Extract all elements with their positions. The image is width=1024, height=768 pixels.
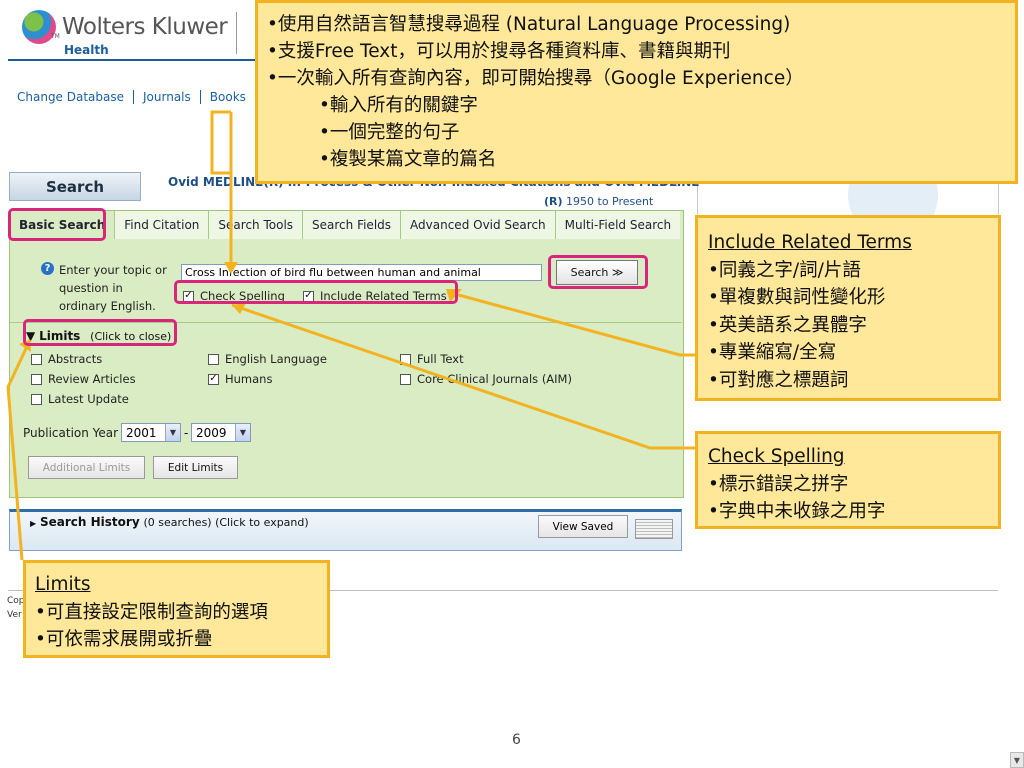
callout-top-line-3: •一次輸入所有查詢內容，即可開始搜尋（Google Experience）: [267, 68, 804, 89]
callout-spelling-item: •字典中未收錄之用字: [708, 501, 886, 522]
callout-spelling-heading: Check Spelling: [708, 446, 845, 467]
arrow-to-check-spelling: [231, 303, 697, 450]
callout-related-item: •單複數與詞性變化形: [708, 287, 886, 308]
highlight-options: [174, 280, 458, 304]
highlight-search-button: [548, 255, 648, 289]
arrow-top-connector: [210, 110, 231, 175]
callout-top-line-5: •一個完整的句子: [319, 122, 460, 143]
callout-related-heading: Include Related Terms: [708, 232, 912, 253]
scroll-down-icon[interactable]: ▼: [1010, 752, 1024, 768]
callout-limits-item: •可依需求展開或折疊: [35, 629, 213, 650]
callout-top-line-1: •使用自然語言智慧搜尋過程 (Natural Language Processi…: [267, 14, 791, 35]
callout-limits: Limits •可直接設定限制查詢的選項 •可依需求展開或折疊: [23, 560, 330, 658]
highlight-limits-toggle: [23, 319, 177, 346]
callout-limits-heading: Limits: [35, 574, 91, 595]
arrow-to-limits: [6, 339, 32, 561]
page-number: 6: [512, 732, 521, 748]
callout-related-terms: Include Related Terms •同義之字/詞/片語 •單複數與詞性…: [695, 215, 1001, 401]
callout-top-line-2: •支援Free Text，可以用於搜尋各種資料庫、書籍與期刊: [267, 41, 731, 62]
callout-top-line-6: •複製某篇文章的篇名: [319, 149, 497, 170]
callout-spelling-item: •標示錯誤之拼字: [708, 473, 849, 495]
callout-related-item: •可對應之標題詞: [708, 369, 849, 391]
callout-natural-language: •使用自然語言智慧搜尋過程 (Natural Language Processi…: [255, 0, 1018, 184]
callout-limits-item: •可直接設定限制查詢的選項: [35, 601, 268, 623]
callout-check-spelling: Check Spelling •標示錯誤之拼字 •字典中未收錄之用字: [695, 431, 1001, 529]
callout-top-line-4: •輸入所有的關鍵字: [319, 95, 478, 116]
callout-related-item: •同義之字/詞/片語: [708, 259, 861, 281]
highlight-basic-search: [8, 208, 106, 241]
callout-related-item: •專業縮寫/全寫: [708, 342, 837, 363]
arrow-to-related-terms: [454, 292, 697, 357]
arrowhead-query: [224, 262, 238, 274]
callout-related-item: •英美語系之異體字: [708, 314, 867, 336]
